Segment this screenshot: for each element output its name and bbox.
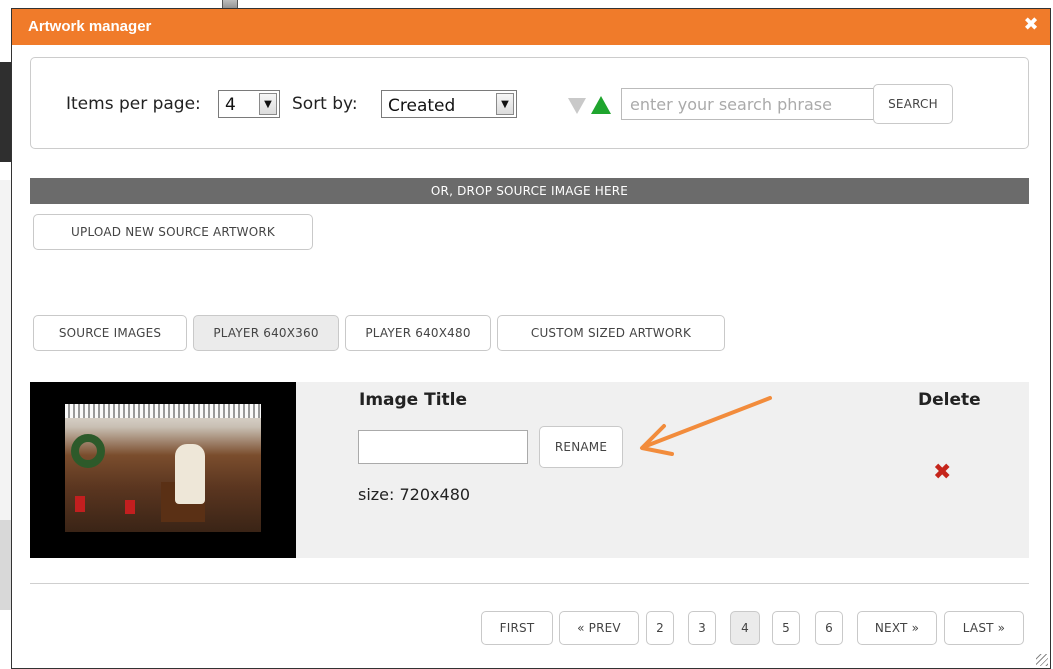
chevron-down-icon: ▼ bbox=[259, 93, 277, 115]
annotation-arrow-icon bbox=[640, 396, 772, 456]
sort-by-value: Created bbox=[388, 96, 456, 116]
artwork-thumbnail bbox=[30, 382, 296, 558]
sort-by-select[interactable]: Created ▼ bbox=[381, 90, 517, 118]
artwork-image bbox=[65, 404, 261, 532]
delete-icon[interactable]: ✖ bbox=[933, 462, 951, 484]
items-per-page-select[interactable]: 4 ▼ bbox=[218, 90, 280, 118]
dialog-titlebar: Artwork manager ✖ bbox=[12, 9, 1050, 45]
image-title-header: Image Title bbox=[359, 390, 468, 410]
pagination-page-2[interactable]: 2 bbox=[646, 611, 674, 645]
items-per-page-label: Items per page: bbox=[66, 94, 201, 114]
filter-toolbar: Items per page: 4 ▼ Sort by: Created ▼ S… bbox=[30, 57, 1029, 149]
pagination-page-5[interactable]: 5 bbox=[772, 611, 800, 645]
pagination-page-3[interactable]: 3 bbox=[688, 611, 716, 645]
image-title-input[interactable] bbox=[358, 430, 528, 464]
pagination-next-button[interactable]: NEXT » bbox=[857, 611, 937, 645]
search-input[interactable] bbox=[621, 88, 879, 120]
rename-button[interactable]: RENAME bbox=[539, 426, 623, 468]
tab-custom-sized-artwork[interactable]: CUSTOM SIZED ARTWORK bbox=[497, 315, 725, 351]
pagination-prev-button[interactable]: « PREV bbox=[559, 611, 639, 645]
pagination-page-4-current[interactable]: 4 bbox=[730, 611, 760, 645]
tab-player-640x360[interactable]: PLAYER 640X360 bbox=[193, 315, 339, 351]
triangle-up-icon[interactable] bbox=[591, 96, 611, 114]
upload-source-artwork-button[interactable]: UPLOAD NEW SOURCE ARTWORK bbox=[33, 214, 313, 250]
image-size: size: 720x480 bbox=[358, 485, 471, 504]
delete-header: Delete bbox=[918, 390, 981, 410]
artwork-item-row: Image Title Delete RENAME size: 720x480 … bbox=[30, 382, 1029, 558]
triangle-down-icon[interactable] bbox=[568, 98, 586, 114]
chevron-down-icon: ▼ bbox=[496, 93, 514, 115]
divider bbox=[30, 583, 1029, 584]
close-icon[interactable]: ✖ bbox=[1022, 16, 1040, 34]
tab-source-images[interactable]: SOURCE IMAGES bbox=[33, 315, 187, 351]
pagination-first-button[interactable]: FIRST bbox=[481, 611, 553, 645]
artwork-manager-dialog: Artwork manager ✖ Items per page: 4 ▼ So… bbox=[11, 8, 1051, 669]
sort-by-label: Sort by: bbox=[292, 94, 358, 114]
resize-handle-icon[interactable] bbox=[1036, 654, 1048, 666]
search-button[interactable]: SEARCH bbox=[873, 84, 953, 124]
pagination-page-6[interactable]: 6 bbox=[815, 611, 843, 645]
drop-zone[interactable]: OR, DROP SOURCE IMAGE HERE bbox=[30, 178, 1029, 204]
items-per-page-value: 4 bbox=[225, 95, 236, 115]
pagination-last-button[interactable]: LAST » bbox=[944, 611, 1024, 645]
tab-player-640x480[interactable]: PLAYER 640X480 bbox=[345, 315, 491, 351]
dialog-title: Artwork manager bbox=[28, 18, 152, 35]
